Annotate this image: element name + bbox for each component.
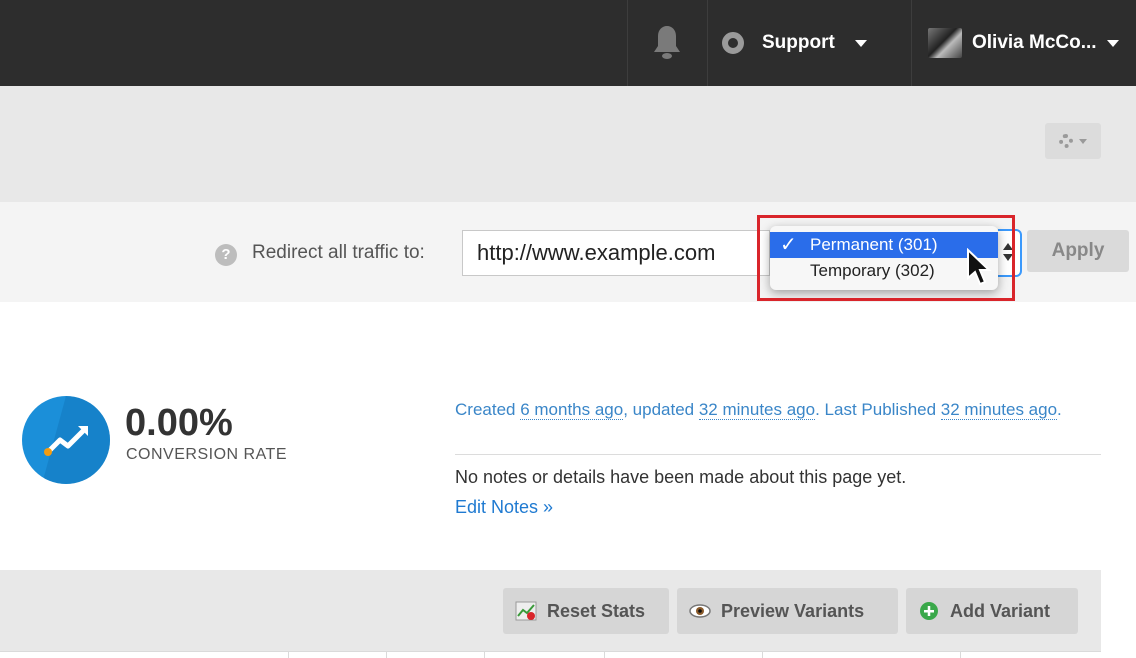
- reset-stats-icon: [515, 601, 537, 621]
- eye-icon: [689, 604, 711, 618]
- settings-button[interactable]: [1045, 123, 1101, 159]
- table-column-divider: [484, 651, 485, 658]
- support-label: Support: [762, 32, 835, 53]
- table-column-divider: [762, 651, 763, 658]
- redirect-label: Redirect all traffic to:: [252, 242, 425, 263]
- updated-time: 32 minutes ago: [698, 400, 816, 420]
- divider: [455, 454, 1101, 455]
- table-column-divider: [960, 651, 961, 658]
- table-column-divider: [604, 651, 605, 658]
- topbar-divider: [627, 0, 628, 86]
- conversion-rate-value: 0.00%: [125, 402, 233, 444]
- help-icon[interactable]: ?: [215, 244, 237, 266]
- bell-icon[interactable]: [646, 22, 688, 62]
- chevron-down-icon: [854, 39, 867, 47]
- reset-stats-label: Reset Stats: [547, 600, 646, 621]
- apply-button[interactable]: Apply: [1027, 230, 1129, 272]
- plus-circle-icon: [920, 602, 938, 620]
- mouse-cursor-icon: [967, 248, 992, 286]
- redirect-url-input[interactable]: [462, 230, 770, 276]
- user-name: Olivia McCo...: [972, 32, 1097, 53]
- table-column-divider: [386, 651, 387, 658]
- topbar-divider: [911, 0, 912, 86]
- conversion-rate-icon: [22, 396, 110, 484]
- page-meta: Created 6 months ago, updated 32 minutes…: [455, 396, 1101, 423]
- meta-suffix: .: [1057, 400, 1062, 419]
- top-navigation-bar: Support Olivia McCo...: [0, 0, 1136, 86]
- user-menu[interactable]: Olivia McCo...: [928, 28, 1119, 58]
- avatar: [928, 28, 962, 58]
- created-prefix: Created: [455, 400, 521, 419]
- edit-notes-link[interactable]: Edit Notes »: [455, 497, 553, 518]
- support-menu[interactable]: Support: [722, 30, 867, 56]
- reset-stats-button[interactable]: Reset Stats: [503, 588, 669, 634]
- updated-prefix: , updated: [623, 400, 699, 419]
- created-time: 6 months ago: [520, 400, 624, 420]
- add-variant-button[interactable]: Add Variant: [906, 588, 1078, 634]
- table-column-divider: [288, 651, 289, 658]
- page-header: [0, 86, 1136, 202]
- variants-table-header: [0, 651, 1101, 658]
- chevron-down-icon: [1106, 39, 1119, 47]
- notes-text: No notes or details have been made about…: [455, 467, 907, 487]
- conversion-rate-label: CONVERSION RATE: [126, 446, 287, 463]
- preview-variants-button[interactable]: Preview Variants: [677, 588, 898, 634]
- add-variant-label: Add Variant: [950, 600, 1051, 621]
- lifering-icon: [722, 32, 744, 54]
- preview-variants-label: Preview Variants: [721, 600, 865, 621]
- topbar-divider: [707, 0, 708, 86]
- published-prefix: . Last Published: [815, 400, 941, 419]
- published-time: 32 minutes ago: [940, 400, 1058, 420]
- chevron-down-icon: [1079, 138, 1087, 144]
- gear-icon: [1059, 134, 1073, 148]
